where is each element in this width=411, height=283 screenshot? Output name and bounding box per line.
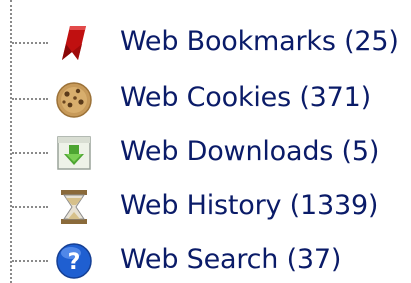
bookmark-icon: [52, 22, 96, 64]
tree-view: Web Bookmarks (25) Web Cookies (371) Web…: [0, 0, 411, 283]
tree-item-label: Web Bookmarks (25): [120, 26, 399, 57]
tree-item-web-cookies[interactable]: Web Cookies (371): [0, 72, 411, 124]
tree-item-web-search[interactable]: ? Web Search (37): [0, 234, 411, 283]
tree-item-label: Web History (1339): [120, 190, 379, 221]
cookie-icon: [52, 78, 96, 120]
tree-item-label: Web Search (37): [120, 244, 342, 275]
download-icon: [52, 132, 96, 174]
svg-text:?: ?: [68, 250, 81, 275]
tree-item-web-downloads[interactable]: Web Downloads (5): [0, 126, 411, 178]
help-search-icon: ?: [52, 240, 96, 282]
tree-item-label: Web Downloads (5): [120, 136, 380, 167]
tree-item-label: Web Cookies (371): [120, 82, 371, 113]
tree-item-web-bookmarks[interactable]: Web Bookmarks (25): [0, 16, 411, 68]
tree-branch-line: [12, 206, 48, 208]
tree-branch-line: [12, 260, 48, 262]
tree-item-web-history[interactable]: Web History (1339): [0, 180, 411, 232]
hourglass-icon: [52, 186, 96, 228]
tree-branch-line: [12, 42, 48, 44]
tree-branch-line: [12, 152, 48, 154]
tree-branch-line: [12, 98, 48, 100]
